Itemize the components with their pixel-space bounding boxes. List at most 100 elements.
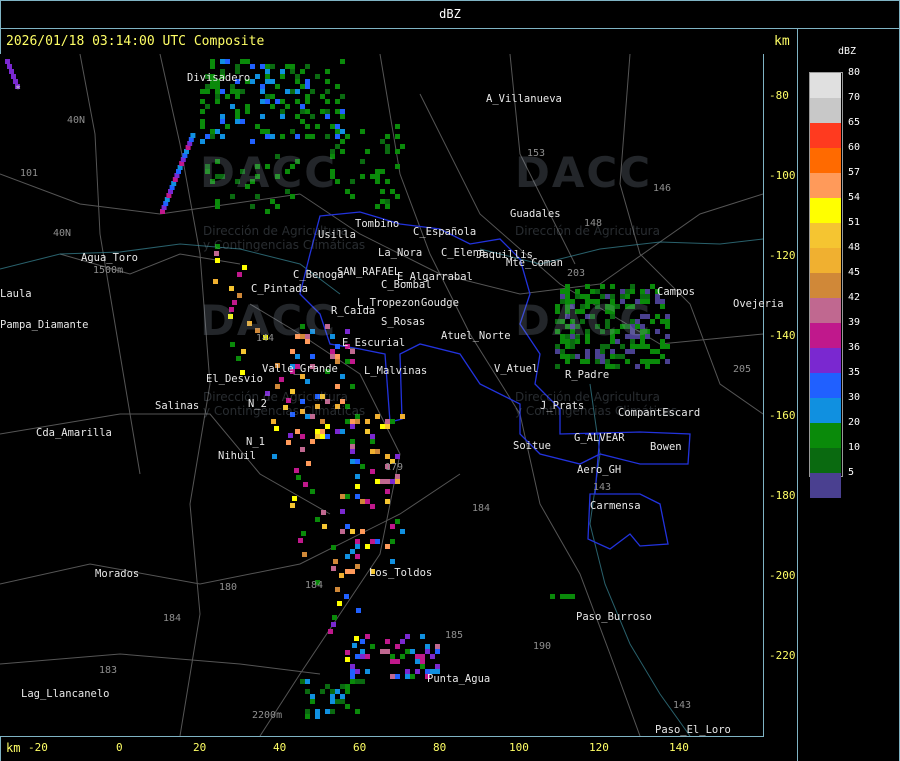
radar-echo <box>245 109 250 114</box>
radar-echo <box>286 440 291 445</box>
radar-echo <box>555 364 560 369</box>
radar-echo <box>265 74 270 79</box>
radar-echo <box>215 99 220 104</box>
elevation-label: 1500m <box>93 265 124 276</box>
radar-echo <box>595 359 600 364</box>
radar-echo <box>295 74 300 79</box>
watermark-logo-4: DACC <box>515 296 653 345</box>
radar-echo <box>375 449 380 454</box>
x-tick: 60 <box>353 741 367 754</box>
radar-echo <box>655 314 660 319</box>
radar-echo <box>385 424 390 429</box>
radar-echo <box>320 94 325 99</box>
unit-label-bottom: km <box>6 741 21 755</box>
radar-echo <box>590 289 595 294</box>
radar-echo <box>335 354 340 359</box>
elevation-label: 203 <box>567 268 586 279</box>
window-title: dBZ <box>439 7 461 21</box>
radar-echo <box>230 89 235 94</box>
radar-echo <box>395 474 400 479</box>
radar-echo <box>620 354 625 359</box>
radar-echo <box>385 544 390 549</box>
radar-echo <box>625 289 630 294</box>
radar-echo <box>260 99 265 104</box>
radar-echo <box>270 104 275 109</box>
radar-echo <box>215 89 220 94</box>
x-tick: 80 <box>433 741 447 754</box>
radar-echo <box>360 174 365 179</box>
radar-echo <box>331 545 336 550</box>
radar-echo <box>200 124 205 129</box>
radar-echo <box>340 509 345 514</box>
x-tick: 120 <box>589 741 609 754</box>
radar-echo <box>435 664 440 669</box>
radar-echo <box>360 129 365 134</box>
radar-echo <box>345 494 350 499</box>
radar-echo <box>330 699 335 704</box>
legend-title: dBZ <box>838 46 857 57</box>
radar-echo <box>7 64 12 69</box>
radar-echo <box>340 114 345 119</box>
radar-echo <box>270 64 275 69</box>
radar-echo <box>306 461 311 466</box>
radar-echo <box>280 99 285 104</box>
radar-echo <box>355 564 360 569</box>
legend-swatch <box>810 348 841 373</box>
radar-echo <box>315 714 320 719</box>
radar-echo <box>292 496 297 501</box>
radar-echo <box>215 84 220 89</box>
radar-echo <box>585 284 590 289</box>
radar-echo <box>305 714 310 719</box>
radar-echo <box>585 359 590 364</box>
radar-echo <box>655 329 660 334</box>
radar-echo <box>335 99 340 104</box>
elevation-label: 40N <box>67 115 86 126</box>
watermark-sub-3a: Dirección de Agricultura <box>203 390 348 404</box>
radar-echo <box>310 114 315 119</box>
legend-label: 65 <box>848 117 861 128</box>
legend-label: 10 <box>848 442 861 453</box>
radar-echo <box>237 272 242 277</box>
radar-echo <box>630 349 635 354</box>
radar-echo <box>660 354 665 359</box>
radar-echo <box>279 377 284 382</box>
radar-echo <box>350 179 355 184</box>
radar-echo <box>350 419 355 424</box>
radar-echo <box>375 179 380 184</box>
place-label: Laula <box>0 288 32 300</box>
place-label: V_Atuel <box>494 363 539 375</box>
radar-echo <box>200 119 205 124</box>
elevation-label: 184 <box>163 613 182 624</box>
radar-echo <box>395 479 400 484</box>
radar-echo <box>400 144 405 149</box>
radar-echo <box>570 354 575 359</box>
radar-echo <box>390 654 395 659</box>
radar-echo <box>270 94 275 99</box>
radar-echo <box>235 114 240 119</box>
radar-echo <box>320 429 325 434</box>
radar-echo <box>235 64 240 69</box>
radar-echo <box>280 74 285 79</box>
place-label: Bowen <box>650 441 682 453</box>
radar-echo <box>400 654 405 659</box>
radar-echo <box>337 601 342 606</box>
place-label: C_Bombal <box>381 279 432 291</box>
radar-echo <box>665 324 670 329</box>
radar-echo <box>345 524 350 529</box>
radar-echo <box>425 649 430 654</box>
radar-echo <box>340 699 345 704</box>
radar-echo <box>365 429 370 434</box>
place-label: L_Malvinas <box>364 365 428 377</box>
radar-echo <box>430 654 435 659</box>
radar-echo <box>310 354 315 359</box>
radar-echo <box>295 89 300 94</box>
legend-swatch <box>810 323 841 348</box>
radar-echo <box>295 354 300 359</box>
radar-echo <box>380 424 385 429</box>
radar-echo <box>270 199 275 204</box>
radar-echo <box>600 284 605 289</box>
place-label: Ovejeria <box>733 298 784 310</box>
radar-echo <box>550 594 555 599</box>
radar-echo <box>335 124 340 129</box>
radar-echo <box>315 74 320 79</box>
